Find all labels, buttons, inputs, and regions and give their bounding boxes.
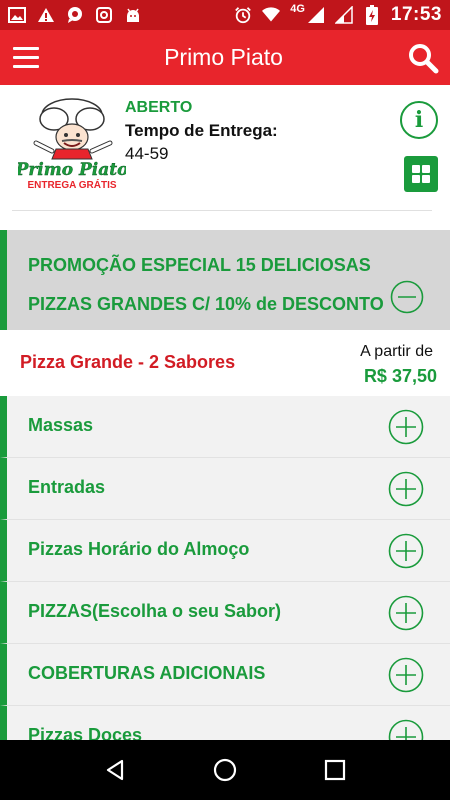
back-button[interactable] <box>95 750 135 790</box>
restaurant-header: Primo Piato ENTREGA GRÁTIS ABERTO Tempo … <box>0 85 450 213</box>
recents-icon <box>324 759 346 781</box>
delivery-time-label: Tempo de Entrega: <box>125 121 278 140</box>
expand-icon[interactable] <box>388 719 424 740</box>
category-row[interactable]: COBERTURAS ADICIONAIS <box>0 644 450 706</box>
logo-text: Primo Piato <box>18 160 126 180</box>
expand-icon[interactable] <box>388 471 424 507</box>
instagram-icon <box>95 6 113 24</box>
open-status: ABERTO <box>125 99 193 116</box>
category-row[interactable]: PIZZAS(Escolha o seu Sabor) <box>0 582 450 644</box>
product-name: Pizza Grande - 2 Sabores <box>20 352 236 372</box>
expand-icon[interactable] <box>388 657 424 693</box>
category-row[interactable]: Entradas <box>0 458 450 520</box>
network-type: 4G <box>290 3 305 15</box>
signal-icon <box>334 6 353 24</box>
category-label: Entradas <box>28 477 106 497</box>
grid-icon <box>412 165 430 183</box>
back-icon <box>106 759 124 781</box>
chat-icon <box>66 6 84 24</box>
expand-icon[interactable] <box>388 595 424 631</box>
restaurant-logo: Primo Piato ENTREGA GRÁTIS <box>14 95 129 191</box>
product-item[interactable]: Pizza Grande - 2 Sabores A partir de R$ … <box>0 330 450 396</box>
category-label: Pizzas Horário do Almoço <box>28 539 250 559</box>
hamburger-icon <box>13 44 39 71</box>
price-prefix: A partir de <box>360 343 433 360</box>
collapse-icon[interactable] <box>390 280 424 314</box>
category-label: PIZZAS(Escolha o seu Sabor) <box>28 601 282 621</box>
category-row[interactable]: Massas <box>0 396 450 458</box>
menu-button[interactable] <box>0 30 52 85</box>
delivery-time-value: 44-59 <box>125 144 169 163</box>
search-button[interactable] <box>395 30 450 85</box>
app-bar: Primo Piato <box>0 30 450 85</box>
search-icon <box>408 43 438 73</box>
clock: 17:53 <box>390 4 442 25</box>
status-bar: 4G 17:53 <box>0 0 450 30</box>
alarm-icon <box>234 6 252 24</box>
home-icon <box>213 758 237 782</box>
expand-icon[interactable] <box>388 409 424 445</box>
category-label: Massas <box>28 415 94 435</box>
product-price: R$ 37,50 <box>363 366 437 386</box>
battery-charging-icon <box>363 5 381 25</box>
category-label: Pizzas Doces <box>28 725 143 740</box>
android-icon <box>124 6 142 24</box>
promo-section[interactable]: PROMOÇÃO ESPECIAL 15 DELICIOSAS PIZZAS G… <box>0 230 450 330</box>
category-row[interactable]: Pizzas Horário do Almoço <box>0 520 450 582</box>
system-nav-bar <box>0 740 450 800</box>
recents-button[interactable] <box>315 750 355 790</box>
app-title: Primo Piato <box>164 44 283 70</box>
grid-view-button[interactable] <box>404 156 438 192</box>
image-icon <box>8 6 26 24</box>
logo-subtext: ENTREGA GRÁTIS <box>27 178 116 190</box>
home-button[interactable] <box>205 750 245 790</box>
info-icon: i <box>414 107 424 133</box>
expand-icon[interactable] <box>388 533 424 569</box>
promo-title: PROMOÇÃO ESPECIAL 15 DELICIOSAS PIZZAS G… <box>28 255 384 314</box>
divider <box>12 210 432 211</box>
category-list: Massas Entradas Pizzas Horário do Almoço… <box>0 396 450 740</box>
wifi-icon <box>262 6 281 24</box>
signal-icon <box>307 6 325 24</box>
category-label: COBERTURAS ADICIONAIS <box>28 663 266 683</box>
warning-icon <box>37 6 55 24</box>
category-row[interactable]: Pizzas Doces <box>0 706 450 740</box>
info-button[interactable]: i <box>400 101 438 139</box>
